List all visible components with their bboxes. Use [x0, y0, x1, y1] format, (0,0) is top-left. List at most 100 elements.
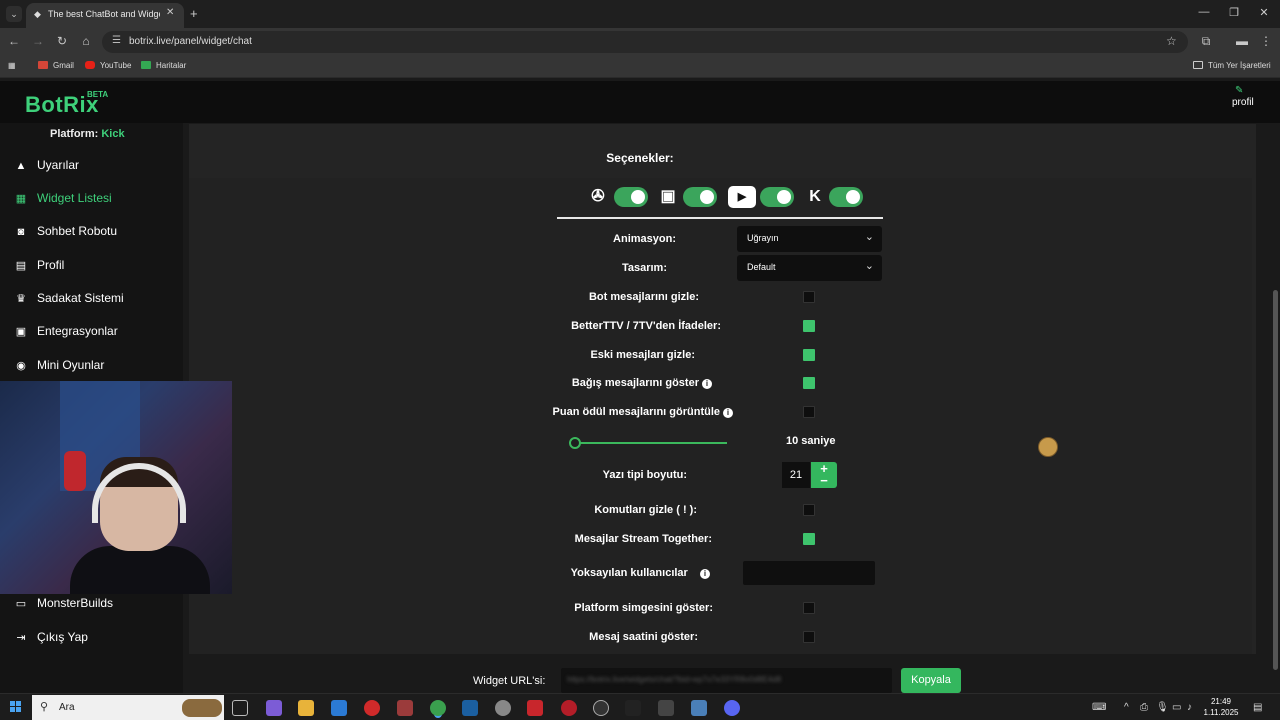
decrement-button[interactable]: −	[811, 474, 837, 487]
opera-icon[interactable]	[364, 700, 380, 716]
app-tool-icon[interactable]	[658, 700, 674, 716]
stream-together-label: Mesajlar Stream Together:	[574, 533, 712, 545]
pen-icon[interactable]: ✎	[1235, 85, 1245, 96]
app-c-icon[interactable]	[625, 700, 641, 716]
laptop-icon: ▭	[15, 598, 27, 610]
bookmark-star-icon[interactable]: ☆	[1166, 34, 1177, 48]
menu-icon[interactable]: ⋮	[1258, 34, 1274, 48]
platform-icon-checkbox[interactable]	[803, 602, 815, 614]
bookmark-maps[interactable]: Haritalar	[141, 61, 186, 70]
donation-messages-checkbox[interactable]	[803, 377, 815, 389]
system-clock[interactable]: 21:49 1.11.2025	[1201, 696, 1241, 718]
copy-button[interactable]: Kopyala	[901, 668, 961, 693]
browser-toolbar: ← → ↻ ⌂ ☰ botrix.live/panel/widget/chat …	[0, 28, 1280, 56]
windows-start-icon[interactable]	[10, 701, 22, 713]
twitch-toggle[interactable]	[683, 187, 717, 207]
animation-select[interactable]: Uğrayın ⌄	[737, 226, 882, 252]
sidebar-item-mini-games[interactable]: ◉ Mini Oyunlar	[14, 358, 174, 378]
new-tab-icon[interactable]: +	[190, 6, 198, 21]
tab-search-icon[interactable]: ⌄	[6, 6, 22, 22]
sidebar-item-loyalty[interactable]: ♛ Sadakat Sistemi	[14, 291, 174, 311]
search-icon: ⚲	[40, 701, 49, 713]
info-icon[interactable]: i	[700, 569, 710, 579]
youtube-toggle[interactable]	[760, 187, 794, 207]
kick-k-icon: K	[809, 188, 821, 205]
animation-label: Animasyon:	[613, 233, 676, 245]
donation-messages-label: Bağış mesajlarını göster i	[500, 377, 712, 389]
message-time-label: Mesaj saatini göster:	[589, 631, 698, 643]
steam-icon[interactable]	[462, 700, 478, 716]
chevron-down-icon: ⌄	[864, 260, 874, 272]
reward-messages-checkbox[interactable]	[803, 406, 815, 418]
profile-link[interactable]: profil	[1232, 97, 1254, 108]
taskbar-search-placeholder: Ara	[59, 702, 75, 713]
tab-close-icon[interactable]: ✕	[166, 7, 174, 18]
store-icon[interactable]	[331, 700, 347, 716]
voice-app-icon[interactable]	[527, 700, 543, 716]
restore-icon[interactable]: ❐	[1224, 6, 1244, 19]
cursor-sticker-icon	[1038, 437, 1058, 457]
apps-grid-icon[interactable]: ▦	[8, 61, 16, 70]
tab-title: The best ChatBot and Widgets	[48, 9, 160, 19]
forward-icon[interactable]: →	[30, 34, 46, 48]
duration-slider-thumb[interactable]	[569, 437, 581, 449]
site-info-icon[interactable]: ☰	[112, 35, 121, 46]
app-red-icon[interactable]	[561, 700, 577, 716]
winrar-icon[interactable]	[397, 700, 413, 716]
font-size-stepper[interactable]: + −	[811, 462, 837, 488]
info-icon[interactable]: i	[723, 408, 733, 418]
widget-url-label: Widget URL'si:	[473, 675, 546, 687]
ignored-users-input[interactable]	[743, 561, 875, 585]
network-icon[interactable]: ▭	[1172, 702, 1181, 713]
notifications-icon[interactable]: ▤	[1253, 702, 1262, 713]
page-scrollbar[interactable]	[1273, 290, 1278, 670]
task-view-icon[interactable]	[232, 700, 248, 716]
copilot-icon[interactable]	[266, 700, 282, 716]
options-heading: Seçenekler:	[606, 151, 674, 165]
bttv-emotes-checkbox[interactable]	[803, 320, 815, 332]
platform-icon-label: Platform simgesini göster:	[574, 602, 713, 614]
sidebar-item-profile[interactable]: ▤ Profil	[14, 258, 174, 278]
taskbar-search[interactable]: ⚲ Ara	[32, 695, 224, 720]
file-explorer-icon[interactable]	[298, 700, 314, 716]
hide-commands-checkbox[interactable]	[803, 504, 815, 516]
duration-slider-track[interactable]	[575, 442, 727, 444]
tray-app-icon[interactable]: ⎙	[1140, 702, 1148, 713]
browser-tab[interactable]: ◆ The best ChatBot and Widgets ✕	[26, 3, 184, 28]
info-icon[interactable]: i	[702, 379, 712, 389]
address-bar[interactable]: ☰ botrix.live/panel/widget/chat ☆	[102, 31, 1188, 53]
sidebar-item-integrations[interactable]: ▣ Entegrasyonlar	[14, 324, 174, 344]
back-icon[interactable]: ←	[6, 34, 22, 48]
widget-url-field[interactable]: https://botrix.live/widgets/chat/?bid=ep…	[561, 668, 892, 693]
home-icon[interactable]: ⌂	[78, 34, 94, 48]
keyboard-icon[interactable]: ⌨	[1092, 702, 1106, 713]
extensions-icon[interactable]: ⧉	[1198, 34, 1214, 49]
stream-together-checkbox[interactable]	[803, 533, 815, 545]
kick-logo-toggle[interactable]	[614, 187, 648, 207]
profile-avatar-icon[interactable]: ▬	[1234, 34, 1250, 48]
all-bookmarks[interactable]: Tüm Yer İşaretleri	[1193, 61, 1271, 70]
reload-icon[interactable]: ↻	[54, 34, 70, 48]
volume-icon[interactable]: ♪	[1187, 702, 1192, 713]
kick-k-toggle[interactable]	[829, 187, 863, 207]
tray-chevron-icon[interactable]: ^	[1124, 702, 1129, 713]
sidebar-item-widget-list[interactable]: ▦ Widget Listesi	[14, 191, 174, 211]
app-blue-icon[interactable]	[691, 700, 707, 716]
message-time-checkbox[interactable]	[803, 631, 815, 643]
sidebar-item-chatbot[interactable]: ◙ Sohbet Robotu	[14, 224, 174, 244]
app-shield-icon[interactable]	[495, 700, 511, 716]
design-select[interactable]: Default ⌄	[737, 255, 882, 281]
bookmark-youtube[interactable]: YouTube	[85, 61, 131, 70]
minimize-icon[interactable]: —	[1194, 6, 1214, 18]
sidebar-item-logout[interactable]: ⇥ Çıkış Yap	[14, 630, 174, 650]
sidebar-item-monsterbuilds[interactable]: ▭ MonsterBuilds	[14, 596, 174, 616]
obs-icon[interactable]	[593, 700, 609, 716]
hide-old-messages-checkbox[interactable]	[803, 349, 815, 361]
chrome-icon[interactable]	[430, 700, 446, 716]
font-size-input[interactable]: 21	[782, 462, 810, 488]
discord-icon[interactable]	[724, 700, 740, 716]
hide-bot-messages-checkbox[interactable]	[803, 291, 815, 303]
bookmark-gmail[interactable]: Gmail	[38, 61, 74, 70]
microphone-icon[interactable]: 🎙	[1156, 702, 1169, 713]
close-window-icon[interactable]: ✕	[1254, 6, 1274, 19]
